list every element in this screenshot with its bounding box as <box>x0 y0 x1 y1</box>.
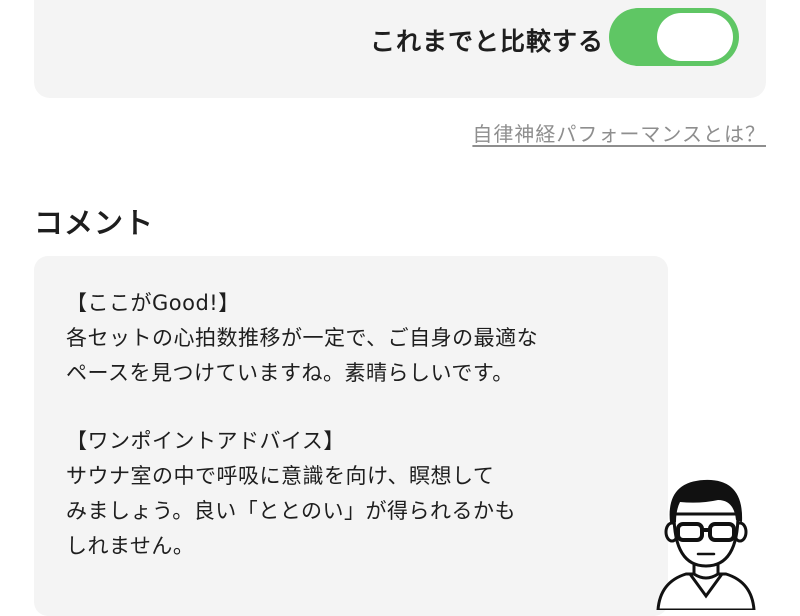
good-line: ペースを見つけていますね。素晴らしいです。 <box>66 361 514 385</box>
good-heading: 【ここがGood!】 <box>66 291 240 315</box>
advice-line: サウナ室の中で呼吸に意識を向け、瞑想して <box>66 464 495 488</box>
comment-section-title: コメント <box>34 206 155 240</box>
comment-body: 【ここがGood!】 各セットの心拍数推移が一定で、ご自身の最適な ペースを見つ… <box>66 286 538 564</box>
toggle-knob <box>657 13 733 61</box>
advice-heading: 【ワンポイントアドバイス】 <box>66 429 345 453</box>
compare-label: これまでと比較する <box>370 27 605 56</box>
compare-toggle[interactable] <box>609 8 739 66</box>
good-line: 各セットの心拍数推移が一定で、ご自身の最適な <box>66 326 539 350</box>
advice-line: しれません。 <box>66 534 195 558</box>
comment-card: 【ここがGood!】 各セットの心拍数推移が一定で、ご自身の最適な ペースを見つ… <box>34 256 668 616</box>
advisor-avatar-icon <box>656 470 756 612</box>
advice-line: みましょう。良い「ととのい」が得られるかも <box>66 499 517 523</box>
autonomic-performance-help-link[interactable]: 自律神経パフォーマンスとは？ <box>472 118 766 147</box>
